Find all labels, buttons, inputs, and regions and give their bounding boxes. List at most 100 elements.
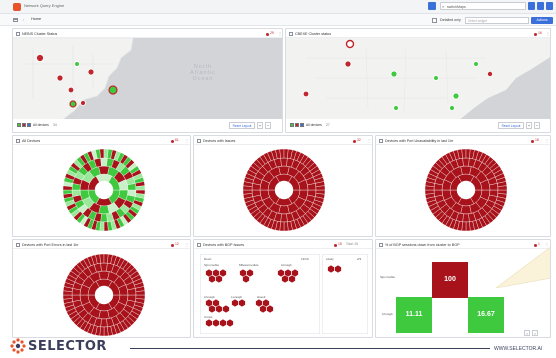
sunburst-segment[interactable] (424, 189, 435, 195)
menu-button[interactable] (428, 2, 436, 10)
legend-critical-icon[interactable] (295, 123, 299, 127)
home-icon[interactable] (13, 18, 18, 22)
sunburst-segment[interactable] (100, 262, 108, 272)
legend-ok-icon[interactable] (290, 123, 294, 127)
hex-cell[interactable] (219, 269, 227, 277)
hex-cell[interactable] (219, 319, 227, 327)
sunburst-segment[interactable] (100, 213, 108, 223)
sunburst-chart[interactable] (62, 253, 146, 337)
hex-cell[interactable] (291, 269, 299, 277)
sunburst-segment[interactable] (315, 185, 326, 191)
page-next-button[interactable]: › (532, 330, 538, 336)
sunburst-segment[interactable] (462, 213, 470, 223)
sunburst-segment[interactable] (62, 294, 73, 300)
breadcrumb[interactable]: Home (31, 17, 41, 21)
hex-cell[interactable] (208, 275, 216, 283)
legend-all-icon[interactable] (27, 123, 31, 127)
hex-cell[interactable] (215, 275, 223, 283)
hex-cell[interactable] (281, 275, 289, 283)
sunburst-center[interactable] (95, 286, 113, 304)
panel-menu-icon[interactable]: ⋮ (367, 138, 371, 143)
sunburst-chart[interactable] (242, 148, 326, 232)
hex-cell[interactable] (215, 305, 223, 313)
sunburst-segment[interactable] (280, 157, 288, 167)
hex-cell[interactable] (208, 305, 216, 313)
hex-cell[interactable] (277, 269, 285, 277)
hex-cell[interactable] (246, 269, 254, 277)
zoom-out-button[interactable]: − (534, 122, 540, 129)
hex-cell[interactable] (255, 299, 263, 307)
legend-critical-icon[interactable] (22, 123, 26, 127)
map-canvas[interactable]: North Atlantic Ocean (13, 38, 282, 121)
map-panel-right: CBEXE Cluster status 16 ⋮ All devices 27 (285, 28, 551, 133)
sunburst-center[interactable] (95, 181, 113, 199)
filter-button[interactable] (528, 2, 535, 10)
user-button[interactable] (546, 2, 553, 10)
legend-all-icon[interactable] (300, 123, 304, 127)
sunburst-segment[interactable] (62, 189, 73, 195)
hex-cell[interactable] (231, 299, 239, 307)
search-input[interactable]: switchMaps (440, 2, 526, 10)
hex-grid[interactable] (201, 255, 321, 335)
reset-layout-button[interactable]: Reset Layout (498, 122, 524, 129)
hex-cell[interactable] (259, 305, 267, 313)
sunburst-segment[interactable] (100, 157, 108, 167)
settings-button[interactable] (537, 2, 544, 10)
sunburst-chart[interactable] (62, 148, 146, 232)
sunburst-center[interactable] (275, 181, 293, 199)
app-logo[interactable] (13, 3, 21, 11)
sunburst-segment[interactable] (461, 148, 467, 159)
panel-menu-icon[interactable]: ⋮ (545, 138, 549, 143)
hex-cell[interactable] (266, 305, 274, 313)
panel-menu-icon[interactable]: ⋮ (185, 242, 189, 247)
panel-menu-icon[interactable]: ⋮ (185, 138, 189, 143)
reset-layout-button[interactable]: Reset Layout (229, 122, 255, 129)
hex-cell[interactable] (239, 269, 247, 277)
hex-grid[interactable] (323, 255, 369, 335)
sunburst-segment[interactable] (465, 221, 471, 232)
hex-cell[interactable] (262, 299, 270, 307)
zoom-in-button[interactable]: + (257, 122, 263, 129)
sunburst-segment[interactable] (279, 148, 285, 159)
hex-cell[interactable] (288, 275, 296, 283)
map-canvas[interactable] (286, 38, 550, 121)
panel-menu-icon[interactable]: ⋮ (546, 31, 550, 36)
panel-icon (197, 138, 201, 143)
hex-cell[interactable] (238, 299, 246, 307)
zoom-in-button[interactable]: + (526, 122, 532, 129)
sunburst-segment[interactable] (283, 221, 289, 232)
sunburst-segment[interactable] (462, 157, 470, 167)
hex-cell[interactable] (327, 265, 335, 273)
hex-cell[interactable] (226, 319, 234, 327)
legend-ok-icon[interactable] (17, 123, 21, 127)
sunburst-segment[interactable] (103, 326, 109, 337)
sunburst-segment[interactable] (100, 318, 108, 328)
hex-cell[interactable] (212, 299, 220, 307)
sunburst-segment[interactable] (99, 253, 105, 264)
hex-cell[interactable] (212, 319, 220, 327)
widget-select-input[interactable]: Select widget (465, 16, 529, 24)
hex-cell[interactable] (205, 299, 213, 307)
sunburst-chart[interactable] (424, 148, 508, 232)
hex-cell[interactable] (334, 265, 342, 273)
sunburst-segment[interactable] (242, 189, 253, 195)
detailed-only-checkbox[interactable] (432, 17, 437, 23)
hex-cell[interactable] (222, 305, 230, 313)
sunburst-segment[interactable] (135, 185, 146, 191)
hex-cell[interactable] (205, 319, 213, 327)
sunburst-segment[interactable] (280, 213, 288, 223)
sunburst-center[interactable] (457, 181, 475, 199)
sunburst-segment[interactable] (135, 290, 146, 296)
zoom-out-button[interactable]: − (265, 122, 271, 129)
hex-cell[interactable] (212, 269, 220, 277)
panel-menu-icon[interactable]: ⋮ (278, 31, 282, 36)
sunburst-segment[interactable] (99, 148, 105, 159)
sunburst-segment[interactable] (103, 221, 109, 232)
sunburst-segment[interactable] (497, 185, 508, 191)
hex-cell[interactable] (284, 269, 292, 277)
hex-cell[interactable] (242, 275, 250, 283)
page-prev-button[interactable]: ‹ (524, 330, 530, 336)
hex-cell[interactable] (205, 269, 213, 277)
footer-divider (130, 348, 490, 349)
actions-button[interactable]: Actions (531, 16, 553, 24)
